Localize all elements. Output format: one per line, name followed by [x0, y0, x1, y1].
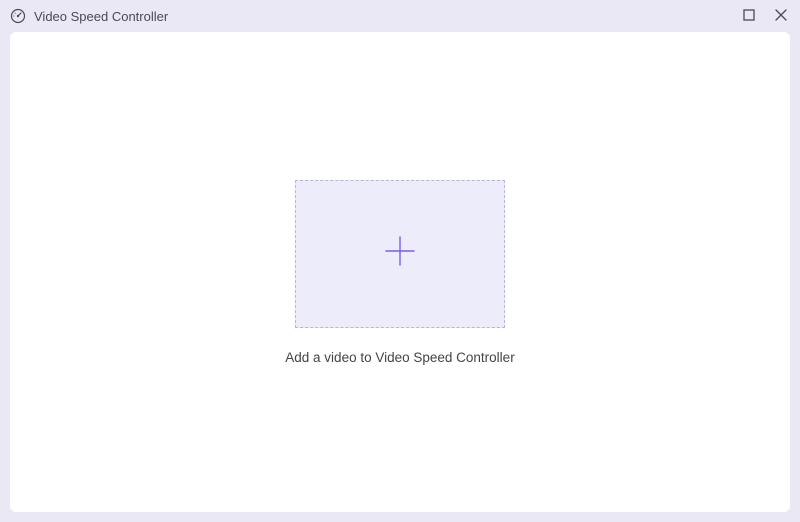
add-video-dropzone[interactable]	[295, 180, 505, 328]
window-controls	[740, 7, 790, 25]
close-icon	[775, 9, 787, 24]
maximize-button[interactable]	[740, 7, 758, 25]
instruction-text: Add a video to Video Speed Controller	[285, 350, 514, 365]
plus-icon	[378, 229, 422, 278]
close-button[interactable]	[772, 7, 790, 25]
content-panel: Add a video to Video Speed Controller	[10, 32, 790, 512]
window-title: Video Speed Controller	[34, 9, 168, 24]
maximize-icon	[743, 9, 755, 24]
titlebar-left: Video Speed Controller	[10, 8, 168, 24]
app-window: Video Speed Controller	[0, 0, 800, 522]
titlebar: Video Speed Controller	[0, 0, 800, 32]
speed-gauge-icon	[10, 8, 26, 24]
